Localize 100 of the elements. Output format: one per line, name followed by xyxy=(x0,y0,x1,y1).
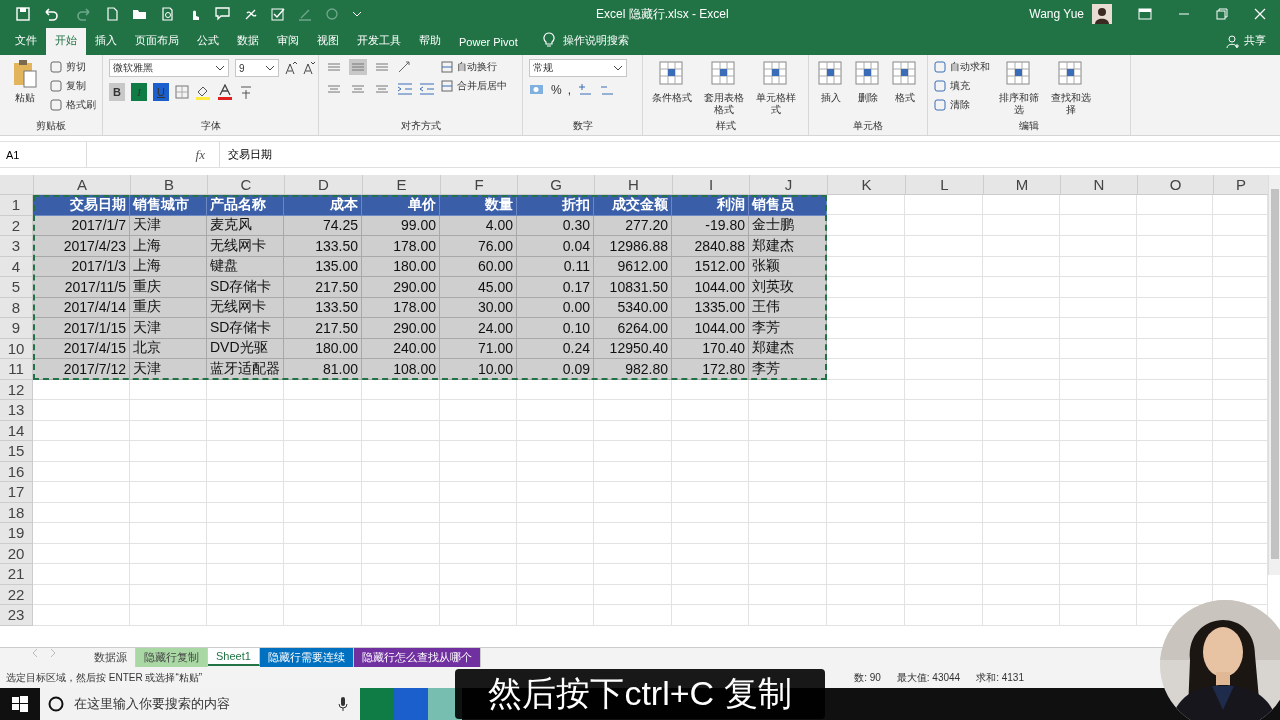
ribbon-tab[interactable]: 开发工具 xyxy=(348,28,410,55)
row-header[interactable]: 17 xyxy=(0,482,33,503)
row-header[interactable]: 22 xyxy=(0,584,33,605)
grow-font-icon[interactable] xyxy=(285,61,297,75)
draw-icon[interactable] xyxy=(298,7,312,21)
ribbon-large-button[interactable]: 单元格样式 xyxy=(753,59,799,119)
restore-icon[interactable] xyxy=(1216,8,1228,20)
row-header[interactable]: 3 xyxy=(0,236,33,257)
ribbon-tab[interactable]: 开始 xyxy=(46,28,86,55)
ribbon-small-button[interactable]: 合并后居中 xyxy=(441,78,507,93)
ribbon-small-button[interactable]: 格式刷 xyxy=(50,97,96,112)
format-toggle[interactable]: B xyxy=(109,83,125,101)
ribbon-display-icon[interactable] xyxy=(1138,8,1152,20)
sheet-tab[interactable]: Sheet1 xyxy=(208,648,260,666)
column-header[interactable]: L xyxy=(906,175,984,195)
row-header[interactable]: 9 xyxy=(0,318,33,339)
tell-me-search[interactable]: 操作说明搜索 xyxy=(562,33,629,55)
font-name-field[interactable]: 微软雅黑 xyxy=(109,59,229,77)
font-color-icon[interactable] xyxy=(217,84,233,100)
column-header[interactable]: H xyxy=(595,175,673,195)
column-header[interactable]: C xyxy=(208,175,285,195)
row-header[interactable]: 23 xyxy=(0,605,33,626)
comment-icon[interactable] xyxy=(215,7,231,21)
column-header[interactable]: I xyxy=(673,175,750,195)
ribbon-tab[interactable]: 页面布局 xyxy=(126,28,188,55)
row-header[interactable]: 11 xyxy=(0,359,33,380)
ribbon-small-button[interactable]: 剪切 xyxy=(50,59,96,74)
row-header[interactable]: 1 xyxy=(0,195,33,216)
ribbon-small-button[interactable]: 自动求和 xyxy=(934,59,990,74)
person-add-icon[interactable] xyxy=(1226,35,1240,49)
column-header[interactable]: P xyxy=(1214,175,1268,195)
number-format-field[interactable]: 常规 xyxy=(529,59,627,77)
ribbon-tab[interactable]: Power Pivot xyxy=(450,31,527,55)
vertical-scrollbar[interactable] xyxy=(1268,175,1280,575)
ribbon-large-button[interactable]: 条件格式 xyxy=(649,59,695,119)
fill-color-icon[interactable] xyxy=(195,84,211,100)
column-header[interactable]: G xyxy=(518,175,595,195)
ribbon-tab[interactable]: 审阅 xyxy=(268,28,308,55)
circle-icon[interactable] xyxy=(325,7,339,21)
row-header[interactable]: 12 xyxy=(0,379,33,400)
ribbon-small-button[interactable]: 复制 xyxy=(50,78,96,93)
row-header[interactable]: 19 xyxy=(0,523,33,544)
row-header[interactable]: 20 xyxy=(0,543,33,564)
column-header[interactable]: B xyxy=(131,175,208,195)
column-header[interactable]: E xyxy=(363,175,441,195)
column-header[interactable]: D xyxy=(285,175,363,195)
column-header[interactable]: F xyxy=(441,175,518,195)
microphone-icon[interactable] xyxy=(338,696,348,712)
row-header[interactable]: 18 xyxy=(0,502,33,523)
row-header[interactable]: 15 xyxy=(0,441,33,462)
row-header[interactable]: 14 xyxy=(0,420,33,441)
ribbon-tab[interactable]: 插入 xyxy=(86,28,126,55)
row-header[interactable]: 5 xyxy=(0,277,33,298)
redo-icon[interactable] xyxy=(74,7,92,21)
row-header[interactable]: 10 xyxy=(0,338,33,359)
row-header[interactable]: 8 xyxy=(0,297,33,318)
ribbon-small-button[interactable]: 自动换行 xyxy=(441,59,507,74)
shrink-font-icon[interactable] xyxy=(303,61,315,75)
ribbon-large-button[interactable]: 套用表格格式 xyxy=(701,59,747,119)
column-header[interactable]: K xyxy=(828,175,906,195)
ribbon-large-button[interactable]: 排序和筛选 xyxy=(996,59,1042,119)
paste-button[interactable]: 粘贴 xyxy=(6,59,44,119)
ribbon-tab[interactable]: 帮助 xyxy=(410,28,450,55)
ribbon-large-button[interactable]: 插入 xyxy=(815,59,847,119)
new-document-icon[interactable] xyxy=(105,7,119,21)
column-header[interactable]: J xyxy=(750,175,828,195)
undo-icon[interactable] xyxy=(43,7,61,21)
taskbar-search-field[interactable]: 在这里输入你要搜索的内容 xyxy=(40,688,360,720)
ribbon-small-button[interactable]: 填充 xyxy=(934,78,990,93)
insert-function-button[interactable]: fx xyxy=(95,146,211,163)
column-header[interactable]: A xyxy=(34,175,131,195)
number-format-button[interactable]: % xyxy=(551,83,562,97)
sheet-tab[interactable]: 隐藏行复制 xyxy=(136,648,208,667)
row-header[interactable]: 13 xyxy=(0,400,33,421)
row-header[interactable]: 16 xyxy=(0,461,33,482)
ribbon-tab[interactable]: 数据 xyxy=(228,28,268,55)
checkbox-icon[interactable] xyxy=(271,7,285,21)
number-format-button[interactable]: , xyxy=(567,83,571,97)
close-icon[interactable] xyxy=(1254,8,1266,20)
save-icon[interactable] xyxy=(16,7,30,21)
formula-field[interactable]: 交易日期 xyxy=(219,142,1280,167)
ribbon-tab[interactable]: 公式 xyxy=(188,28,228,55)
column-header[interactable]: O xyxy=(1138,175,1214,195)
font-size-field[interactable]: 9 xyxy=(235,59,279,77)
column-header[interactable]: N xyxy=(1061,175,1138,195)
ribbon-tab[interactable]: 视图 xyxy=(308,28,348,55)
row-header[interactable]: 2 xyxy=(0,215,33,236)
ribbon-large-button[interactable]: 格式 xyxy=(889,59,921,119)
column-header[interactable]: M xyxy=(984,175,1061,195)
ribbon-large-button[interactable]: 删除 xyxy=(852,59,884,119)
customize-caret-icon[interactable] xyxy=(352,10,362,18)
row-header[interactable]: 4 xyxy=(0,256,33,277)
print-preview-icon[interactable] xyxy=(161,7,175,21)
ribbon-large-button[interactable]: 查找和选择 xyxy=(1048,59,1094,119)
share-button[interactable]: 共享 xyxy=(1240,33,1266,55)
currency-icon[interactable] xyxy=(529,83,545,97)
avatar-icon[interactable] xyxy=(1092,4,1112,24)
row-header[interactable]: 21 xyxy=(0,564,33,585)
name-box[interactable]: A1 xyxy=(0,142,87,167)
ribbon-small-button[interactable]: 清除 xyxy=(934,97,990,112)
